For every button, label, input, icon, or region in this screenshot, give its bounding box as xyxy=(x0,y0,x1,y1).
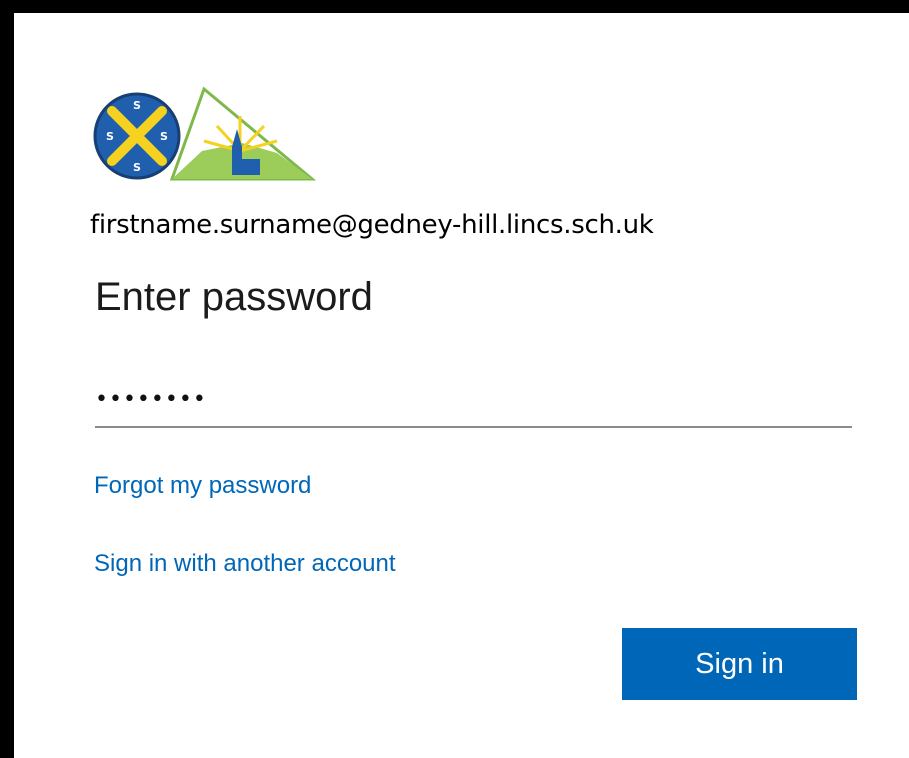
logo-letter: S xyxy=(106,130,114,143)
logo-letter: S xyxy=(133,99,141,112)
page-title: Enter password xyxy=(95,275,373,319)
sign-in-button[interactable]: Sign in xyxy=(622,628,857,700)
school-logo: S S S S xyxy=(93,86,317,181)
logo-letter: S xyxy=(160,130,168,143)
forgot-password-link[interactable]: Forgot my password xyxy=(94,472,311,500)
sign-in-another-account-link[interactable]: Sign in with another account xyxy=(94,550,396,578)
account-email: firstname.surname@gedney-hill.lincs.sch.… xyxy=(90,210,654,240)
signin-dialog: S S S S firstname.surname@gedney-hill.li… xyxy=(0,0,909,758)
password-input[interactable] xyxy=(95,373,852,428)
logo-letter: S xyxy=(133,161,141,174)
